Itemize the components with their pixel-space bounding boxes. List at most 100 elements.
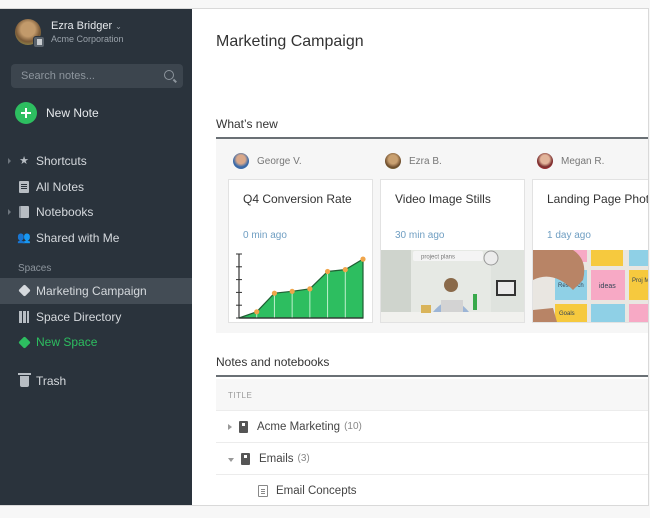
spaces-heading: Spaces [18, 263, 52, 274]
note-card[interactable]: Landing Page Photos 1 day ago [532, 179, 649, 323]
sidebar-item-shared-with-me[interactable]: 👥 Shared with Me [0, 225, 192, 251]
note-card[interactable]: Video Image Stills 30 min ago project pl… [380, 179, 525, 323]
sidebar-item-new-space[interactable]: New Space [0, 329, 192, 355]
cube-icon [17, 284, 31, 298]
new-space-icon [17, 335, 31, 349]
sidebar-item-all-notes[interactable]: All Notes [0, 174, 192, 200]
org-badge-icon [33, 36, 45, 48]
expand-caret-icon[interactable] [8, 209, 11, 216]
sidebar-item-label: New Space [36, 335, 98, 350]
chart-svg [236, 253, 366, 319]
chart-thumbnail [229, 250, 372, 322]
notes-heading: Notes and notebooks [216, 355, 330, 369]
author-name: Megan R. [561, 155, 605, 167]
row-count: (10) [344, 421, 362, 432]
search-input[interactable] [11, 64, 151, 88]
divider [216, 375, 648, 377]
table-row[interactable]: Emails (3) [216, 443, 648, 475]
building-icon [18, 310, 30, 323]
sticky-label: Goals [559, 311, 575, 317]
row-title: Emails [259, 452, 294, 465]
star-icon: ★ [19, 155, 29, 168]
account-switcher[interactable]: Ezra Bridger ⌄ Acme Corporation [15, 19, 124, 48]
whats-new-item: Ezra B. Video Image Stills 30 min ago pr… [368, 139, 525, 323]
sidebar-item-label: Trash [36, 373, 67, 388]
avatar [15, 19, 45, 48]
card-timestamp: 30 min ago [395, 230, 445, 241]
row-title: Email Concepts [276, 485, 357, 497]
main-panel: Marketing Campaign What’s new George V. … [192, 9, 648, 505]
sidebar-item-trash[interactable]: Trash [0, 368, 192, 394]
note-card[interactable]: Q4 Conversion Rate 0 min ago [228, 179, 373, 323]
table-row[interactable]: Acme Marketing (10) [216, 411, 648, 443]
sidebar: Ezra Bridger⌄ Acme Corporation New Note … [0, 9, 192, 505]
row-count: (3) [297, 453, 310, 464]
author-name: Ezra B. [409, 155, 442, 167]
photo-thumbnail: Research ideas Goals Proj Man [533, 250, 649, 322]
notebook-icon [239, 420, 248, 433]
sidebar-item-notebooks[interactable]: Notebooks [0, 199, 192, 225]
account-org: Acme Corporation [51, 33, 124, 44]
app-window: Ezra Bridger⌄ Acme Corporation New Note … [0, 8, 649, 506]
table-header: TITLE [216, 379, 648, 411]
author-avatar [233, 153, 249, 169]
sticky-label: Proj Man [632, 278, 649, 284]
author-name: George V. [257, 155, 302, 167]
expand-caret-icon[interactable] [228, 423, 232, 430]
chart-point [271, 290, 278, 296]
card-timestamp: 0 min ago [243, 230, 287, 241]
sidebar-item-label: All Notes [36, 179, 85, 194]
whats-new-heading: What’s new [216, 117, 278, 131]
sticky-notes-image: Research ideas Goals Proj Man [533, 250, 649, 322]
spaces-nav: Marketing Campaign Space Directory New S… [0, 278, 192, 355]
notebook-icon [241, 452, 250, 465]
chart-point [342, 267, 348, 273]
column-header-title[interactable]: TITLE [228, 391, 252, 400]
note-icon [258, 485, 268, 497]
whats-new-item: George V. Q4 Conversion Rate 0 min ago [216, 139, 373, 323]
author-avatar [537, 153, 553, 169]
people-icon: 👥 [17, 232, 31, 245]
photo-thumbnail: project plans [381, 250, 524, 322]
sidebar-item-marketing-campaign[interactable]: Marketing Campaign [0, 278, 192, 304]
chart-point [254, 309, 260, 315]
account-name: Ezra Bridger [51, 19, 113, 32]
sidebar-item-label: Notebooks [36, 205, 94, 220]
card-title: Q4 Conversion Rate [243, 192, 352, 206]
chart-point [289, 288, 295, 294]
row-title: Acme Marketing [257, 420, 341, 433]
chart-point [360, 256, 366, 262]
sidebar-item-label: Marketing Campaign [36, 283, 147, 298]
expand-caret-icon[interactable] [8, 157, 11, 164]
collapse-caret-icon[interactable] [228, 457, 234, 462]
trash-icon [17, 373, 31, 388]
new-note-label: New Note [46, 106, 99, 120]
chart-point [307, 286, 313, 292]
office-photo-image: project plans [381, 250, 524, 322]
sidebar-item-label: Shortcuts [36, 153, 87, 168]
whats-new-item: Megan R. Landing Page Photos 1 day ago [520, 139, 648, 323]
new-note-button[interactable]: New Note [15, 102, 99, 124]
table-row[interactable]: Email Concepts [216, 475, 648, 505]
photo-search-text: project plans [421, 255, 455, 261]
whats-new-carousel: George V. Q4 Conversion Rate 0 min ago E… [216, 139, 648, 333]
notebook-icon [18, 206, 30, 219]
main-nav: ★ Shortcuts All Notes Notebooks 👥 Shared… [0, 148, 192, 251]
trash-nav: Trash [0, 368, 192, 394]
sidebar-item-space-directory[interactable]: Space Directory [0, 304, 192, 330]
search-box [11, 64, 183, 88]
sticky-label: ideas [599, 283, 616, 290]
author-avatar [385, 153, 401, 169]
plus-icon [15, 102, 37, 124]
notes-icon [18, 180, 30, 193]
card-title: Landing Page Photos [547, 192, 649, 206]
chart-point [324, 268, 331, 275]
sidebar-item-label: Shared with Me [36, 230, 120, 245]
chevron-down-icon[interactable]: ⌄ [115, 22, 122, 31]
sidebar-item-shortcuts[interactable]: ★ Shortcuts [0, 148, 192, 174]
search-icon[interactable] [164, 70, 174, 80]
card-title: Video Image Stills [395, 192, 491, 206]
card-timestamp: 1 day ago [547, 230, 591, 241]
sidebar-item-label: Space Directory [36, 309, 122, 324]
page-title: Marketing Campaign [216, 33, 364, 50]
